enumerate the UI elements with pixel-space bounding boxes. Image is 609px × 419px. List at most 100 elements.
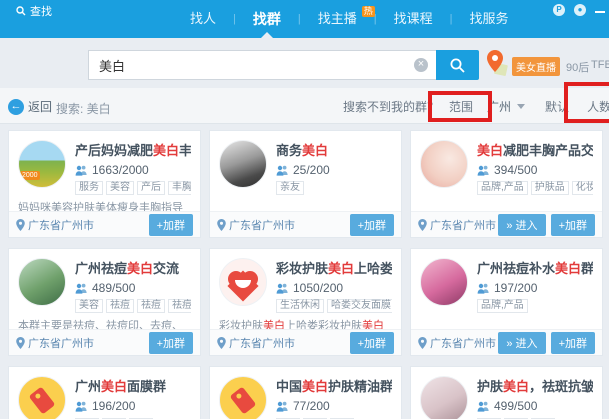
location-pin-icon (16, 337, 25, 349)
region-dropdown[interactable]: 广州 (487, 98, 525, 115)
group-avatar (219, 258, 267, 306)
members-icon (75, 283, 88, 294)
card-body: 广州祛痘补水美白群 197/200 品牌,产品 (411, 249, 602, 313)
group-location-row: 广东省广州市 (217, 335, 350, 351)
group-card[interactable]: 2000 产后妈妈减肥美白丰胸 1663/2000 服务美容产后丰胸面膜… 妈妈… (8, 130, 201, 238)
find-icon (16, 6, 26, 16)
group-title: 护肤美白，祛斑抗皱 (477, 376, 593, 395)
group-location-row: 广东省广州市 (418, 217, 498, 233)
group-avatar (420, 258, 468, 306)
header-bar: 查找 P ● 找人 | 找群 | 找主播热 | 找课程 | 找服务 (0, 0, 609, 38)
location-pin-icon (418, 337, 427, 349)
search-button[interactable] (436, 50, 479, 80)
group-card[interactable]: 商务美白 25/200 亲友 广东省广州市 +加群 (209, 130, 402, 238)
avatar-badge: 2000 (20, 171, 40, 180)
join-button[interactable]: +加群 (551, 332, 595, 354)
card-footer: 广东省广州市 +加群 (9, 211, 200, 237)
group-tag: 美容 (106, 181, 134, 195)
members-icon (477, 401, 490, 412)
card-body: 广州美白面膜群 196/200 (9, 367, 200, 419)
nearby-groups-icon[interactable] (486, 50, 508, 78)
tab-find-courses[interactable]: 找课程 (382, 0, 445, 38)
members-icon (276, 165, 289, 176)
hot-badge-icon: 热 (362, 6, 375, 17)
tab-find-people[interactable]: 找人 (178, 0, 228, 38)
group-card[interactable]: 美白减肥丰胸产品交流 394/500 品牌,产品护肤品化妆品香水… 广东省广州市… (410, 130, 603, 238)
member-count-row: 394/500 (477, 163, 593, 177)
hot-search-word[interactable]: 90后 (566, 59, 589, 75)
back-arrow-icon: ← (8, 99, 24, 115)
tab-find-streamers[interactable]: 找主播热 (306, 0, 369, 38)
members-icon (477, 165, 490, 176)
group-title: 产后妈妈减肥美白丰胸 (75, 140, 191, 159)
members-icon (276, 401, 289, 412)
chevron-down-icon (517, 104, 525, 109)
price-tag-icon (230, 387, 257, 415)
annotation-sort-box (564, 82, 609, 123)
group-card[interactable]: 护肤美白，祛斑抗皱 499/500 (410, 366, 603, 419)
enter-button[interactable]: » 进入 (498, 332, 545, 354)
card-body: 护肤美白，祛斑抗皱 499/500 (411, 367, 602, 419)
group-card[interactable]: 广州祛痘美白交流 489/500 美容祛痘祛痘祛痘祛痘… 本群主要是祛痘、祛痘印… (8, 248, 201, 356)
members-icon (477, 283, 490, 294)
join-button[interactable]: +加群 (149, 332, 193, 354)
group-card[interactable]: 广州祛痘补水美白群 197/200 品牌,产品 广东省广州市 » 进入 +加群 (410, 248, 603, 356)
tab-separator: | (293, 13, 306, 25)
group-title: 美白减肥丰胸产品交流 (477, 140, 593, 159)
members-icon (276, 283, 289, 294)
heart-logo-icon (228, 271, 258, 297)
member-count-row: 1663/2000 (75, 163, 191, 177)
settings-icon[interactable]: ● (574, 4, 586, 16)
group-tag: 服务 (75, 181, 103, 195)
member-count: 1663/2000 (92, 163, 149, 177)
skin-icon[interactable]: P (553, 4, 565, 16)
group-tag: 生活休闲 (276, 299, 324, 313)
group-card[interactable]: 彩妆护肤美白上哈娄 1050/200 生活休闲哈娄交友面膜哈娄星… 彩妆护肤美白… (209, 248, 402, 356)
group-avatar (18, 258, 66, 306)
join-button[interactable]: +加群 (350, 332, 394, 354)
tab-separator: | (445, 13, 458, 25)
group-tag: 品牌,产品 (477, 299, 528, 313)
group-avatar (219, 376, 267, 419)
join-button[interactable]: +加群 (149, 214, 193, 236)
location-pin-icon (217, 337, 226, 349)
group-avatar (219, 140, 267, 188)
member-count: 489/500 (92, 281, 135, 295)
group-tag: 祛痘 (137, 299, 165, 313)
member-count-row: 25/200 (276, 163, 392, 177)
hot-search-badge[interactable]: 美女直播 (512, 57, 560, 76)
search-input[interactable] (88, 50, 436, 80)
location-pin-icon (16, 219, 25, 231)
window-controls: P ● (553, 4, 605, 16)
members-icon (75, 401, 88, 412)
group-title: 商务美白 (276, 140, 392, 159)
card-footer: 广东省广州市 +加群 (210, 211, 401, 237)
group-tag: 护肤品 (531, 181, 569, 195)
clear-search-icon[interactable]: × (414, 58, 428, 72)
member-count: 394/500 (494, 163, 537, 177)
join-button[interactable]: +加群 (350, 214, 394, 236)
card-footer: 广东省广州市 +加群 (210, 329, 401, 355)
cant-find-group-link[interactable]: 搜索不到我的群？ (343, 98, 439, 115)
group-location: 广东省广州市 (430, 217, 496, 233)
group-title: 广州祛痘补水美白群 (477, 258, 593, 277)
group-card[interactable]: 广州美白面膜群 196/200 (8, 366, 201, 419)
member-count-row: 499/500 (477, 399, 593, 413)
enter-button[interactable]: » 进入 (498, 214, 545, 236)
group-tag: 祛痘 (168, 299, 191, 313)
tab-find-groups[interactable]: 找群 (241, 0, 293, 38)
window-title: 查找 (16, 3, 52, 19)
member-count: 499/500 (494, 399, 537, 413)
member-count: 196/200 (92, 399, 135, 413)
join-button[interactable]: +加群 (551, 214, 595, 236)
group-card[interactable]: 中国美白护肤精油群 77/200 (209, 366, 402, 419)
minimize-button[interactable] (595, 11, 605, 13)
tag-list: 服务美容产后丰胸面膜… (75, 181, 191, 195)
magnifier-icon (449, 57, 466, 74)
results-toolbar: ← 返回 搜索: 美白 搜索不到我的群？ 范围 广州 默认 人数 活跃度 (0, 88, 609, 124)
tab-find-services[interactable]: 找服务 (457, 0, 520, 38)
annotation-region-box (428, 91, 492, 122)
hot-search-word[interactable]: TFBOY (591, 59, 609, 71)
back-button[interactable]: ← 返回 (8, 98, 52, 115)
find-window: 查找 P ● 找人 | 找群 | 找主播热 | 找课程 | 找服务 × 美女直播 (0, 0, 609, 419)
